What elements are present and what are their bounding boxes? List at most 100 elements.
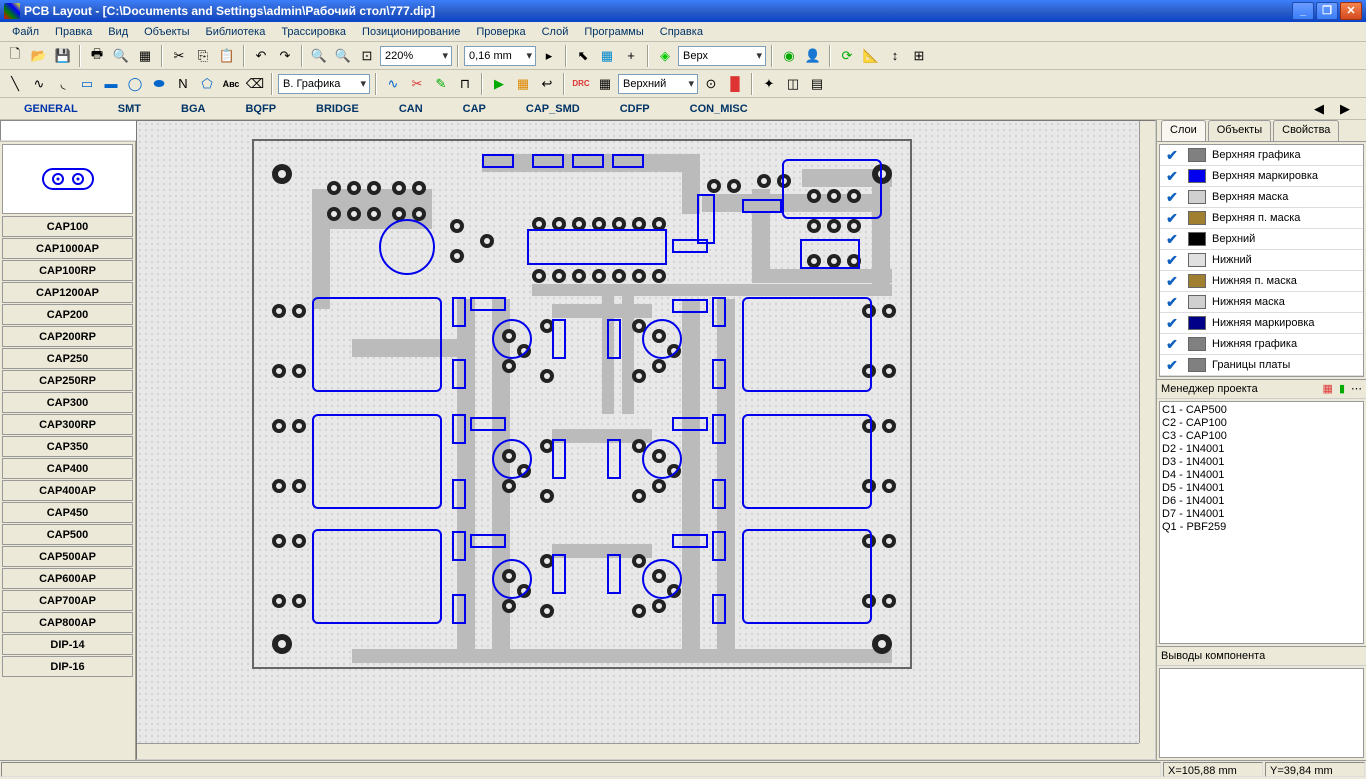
polygon-icon[interactable]: ⬠: [196, 73, 218, 95]
tab-capsmd[interactable]: CAP_SMD: [506, 101, 600, 117]
menu-layer[interactable]: Слой: [534, 24, 577, 40]
polyline2-icon[interactable]: Ν: [172, 73, 194, 95]
preview-icon[interactable]: 🔍: [110, 45, 132, 67]
menu-file[interactable]: Файл: [4, 24, 47, 40]
side-combo[interactable]: Верхний: [618, 74, 698, 94]
contrast-icon[interactable]: 👤: [802, 45, 824, 67]
list-item[interactable]: D7 - 1N4001: [1162, 508, 1361, 521]
tab-bga[interactable]: BGA: [161, 101, 225, 117]
layer-row[interactable]: ✔Нижняя маркировка: [1160, 313, 1363, 334]
list-item[interactable]: DIP-16: [2, 656, 133, 677]
list-item[interactable]: CAP200RP: [2, 326, 133, 347]
list-item[interactable]: CAP300: [2, 392, 133, 413]
layer-swatch[interactable]: [1188, 274, 1206, 288]
check-icon[interactable]: ✔: [1160, 294, 1184, 311]
tab-bridge[interactable]: BRIDGE: [296, 101, 379, 117]
menu-help[interactable]: Справка: [652, 24, 711, 40]
autoroute-undo-icon[interactable]: ↩: [536, 73, 558, 95]
polyline-icon[interactable]: ∿: [28, 73, 50, 95]
zoom-out-icon[interactable]: 🔍: [332, 45, 354, 67]
tab-general[interactable]: GENERAL: [4, 101, 98, 117]
layer-swatch[interactable]: [1188, 190, 1206, 204]
menu-edit[interactable]: Правка: [47, 24, 100, 40]
layer-row[interactable]: ✔Нижняя маска: [1160, 292, 1363, 313]
layer-combo[interactable]: Верх: [678, 46, 766, 66]
zoom-combo[interactable]: 220%: [380, 46, 452, 66]
netclass-icon[interactable]: DRC: [570, 73, 592, 95]
fanout-icon[interactable]: ⊓: [454, 73, 476, 95]
check-icon[interactable]: ✔: [1160, 273, 1184, 290]
measure-icon[interactable]: 📐: [860, 45, 882, 67]
list-item[interactable]: CAP400AP: [2, 480, 133, 501]
check-icon[interactable]: ✔: [1160, 231, 1184, 248]
check-icon[interactable]: ✔: [1160, 336, 1184, 353]
layer-swatch[interactable]: [1188, 358, 1206, 372]
layer-toggle-icon[interactable]: ◈: [654, 45, 676, 67]
layer-row[interactable]: ✔Нижний: [1160, 250, 1363, 271]
layer-swatch[interactable]: [1188, 316, 1206, 330]
list-item[interactable]: CAP250: [2, 348, 133, 369]
list-item[interactable]: CAP300RP: [2, 414, 133, 435]
menu-library[interactable]: Библиотека: [198, 24, 274, 40]
close-button[interactable]: ✕: [1340, 2, 1362, 20]
layer-row[interactable]: ✔Верхний: [1160, 229, 1363, 250]
filled-rect-icon[interactable]: ▬: [100, 73, 122, 95]
list-item[interactable]: D5 - 1N4001: [1162, 482, 1361, 495]
list-item[interactable]: CAP700AP: [2, 590, 133, 611]
unroute-icon[interactable]: ✂: [406, 73, 428, 95]
cut-icon[interactable]: ✂: [168, 45, 190, 67]
layer-swatch[interactable]: [1188, 169, 1206, 183]
erase-icon[interactable]: ⌫: [244, 73, 266, 95]
shapes-layer-combo[interactable]: В. Графика: [278, 74, 370, 94]
layer-row[interactable]: ✔Верхняя графика: [1160, 145, 1363, 166]
layer-row[interactable]: ✔Нижняя п. маска: [1160, 271, 1363, 292]
proj-icon1[interactable]: ▦: [1323, 379, 1333, 399]
titleblock-icon[interactable]: ▦: [134, 45, 156, 67]
tab-bqfp[interactable]: BQFP: [225, 101, 296, 117]
list-item[interactable]: CAP250RP: [2, 370, 133, 391]
list-item[interactable]: C3 - CAP100: [1162, 430, 1361, 443]
route-manual-icon[interactable]: ∿: [382, 73, 404, 95]
maximize-button[interactable]: ❐: [1316, 2, 1338, 20]
paste-icon[interactable]: 📋: [216, 45, 238, 67]
text-icon[interactable]: Авс: [220, 73, 242, 95]
ellipse-icon[interactable]: ◯: [124, 73, 146, 95]
tab-smt[interactable]: SMT: [98, 101, 161, 117]
grid-combo[interactable]: 0,16 mm: [464, 46, 536, 66]
layer-swatch[interactable]: [1188, 148, 1206, 162]
list-item[interactable]: D3 - 1N4001: [1162, 456, 1361, 469]
list-item[interactable]: CAP500AP: [2, 546, 133, 567]
layer-swatch[interactable]: [1188, 295, 1206, 309]
menu-objects[interactable]: Объекты: [136, 24, 197, 40]
layer-row[interactable]: ✔Верхняя маркировка: [1160, 166, 1363, 187]
list-item[interactable]: C1 - CAP500: [1162, 404, 1361, 417]
zoom-window-icon[interactable]: ⊡: [356, 45, 378, 67]
via-icon[interactable]: ⊙: [700, 73, 722, 95]
print-icon[interactable]: 🖶: [86, 45, 108, 67]
open-icon[interactable]: 📂: [28, 45, 50, 67]
canvas-scroll-vertical[interactable]: [1139, 121, 1155, 743]
tab-conmisc[interactable]: CON_MISC: [670, 101, 768, 117]
cursor-icon[interactable]: ⬉: [572, 45, 594, 67]
export-icon[interactable]: ▤: [806, 73, 828, 95]
proj-icon3[interactable]: ⋯: [1351, 379, 1362, 399]
layer-swatch[interactable]: [1188, 337, 1206, 351]
route-edit-icon[interactable]: ✎: [430, 73, 452, 95]
layer-swatch[interactable]: [1188, 232, 1206, 246]
list-item[interactable]: DIP-14: [2, 634, 133, 655]
copy-icon[interactable]: ⎘: [192, 45, 214, 67]
check-icon[interactable]: ✔: [1160, 168, 1184, 185]
tab-scroll-right-icon[interactable]: ▶: [1334, 98, 1356, 120]
list-item[interactable]: CAP600AP: [2, 568, 133, 589]
layer-row[interactable]: ✔Верхняя п. маска: [1160, 208, 1363, 229]
layers-setup-icon[interactable]: ▦: [594, 73, 616, 95]
refresh-icon[interactable]: ⟳: [836, 45, 858, 67]
check-icon[interactable]: ✔: [1160, 357, 1184, 374]
rect-icon[interactable]: ▭: [76, 73, 98, 95]
menu-placement[interactable]: Позиционирование: [354, 24, 468, 40]
drc-icon[interactable]: ◉: [778, 45, 800, 67]
tab-cap[interactable]: CAP: [443, 101, 506, 117]
component-list[interactable]: CAP100 CAP1000AP CAP100RP CAP1200AP CAP2…: [0, 142, 135, 760]
list-item[interactable]: D4 - 1N4001: [1162, 469, 1361, 482]
new-icon[interactable]: 🗋: [4, 45, 26, 67]
